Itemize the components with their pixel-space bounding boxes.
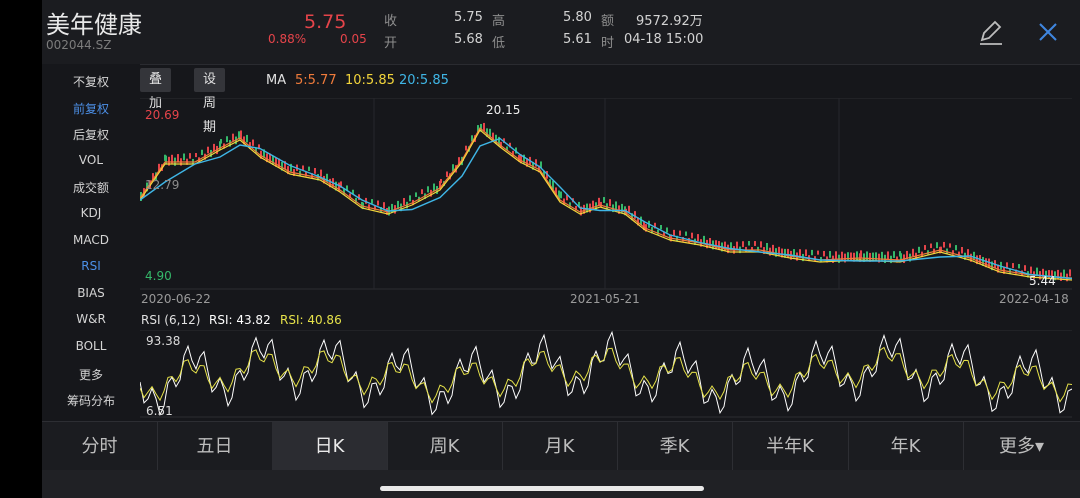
rsi6-value: RSI: 43.82	[209, 313, 271, 327]
close-icon[interactable]	[1034, 18, 1062, 46]
tab-4[interactable]: 月K	[502, 422, 618, 471]
sidebar-item-10[interactable]: BOLL	[42, 339, 140, 353]
open-value: 5.68	[454, 32, 483, 47]
change-percent: 0.88%	[268, 32, 307, 46]
date-start: 2020-06-22	[141, 292, 211, 306]
overlay-button[interactable]: 叠加	[140, 68, 172, 111]
ma-label: MA	[266, 73, 287, 88]
high-value: 5.80	[563, 10, 592, 25]
sidebar-item-8[interactable]: BIAS	[42, 286, 140, 300]
tab-8[interactable]: 更多▾	[963, 422, 1080, 471]
change-amount: 0.05	[340, 32, 367, 46]
tab-3[interactable]: 周K	[387, 422, 503, 471]
left-edge-bar	[0, 0, 42, 498]
close-label: 收	[384, 14, 398, 29]
rsi-title: RSI (6,12)	[141, 313, 201, 327]
high-label: 高	[492, 14, 506, 29]
ma10-value: 10:5.85	[345, 73, 395, 88]
stock-name: 美年健康	[46, 11, 142, 39]
sidebar-item-7[interactable]: RSI	[42, 259, 140, 273]
rsi-max-label: 93.38	[146, 334, 181, 348]
sidebar-item-3[interactable]: VOL	[42, 153, 140, 167]
home-indicator[interactable]	[380, 486, 704, 491]
sidebar-item-11[interactable]: 更多	[42, 366, 140, 383]
kline-chart[interactable]	[140, 98, 1072, 290]
rsi-chart[interactable]	[140, 330, 1072, 418]
date-mid: 2021-05-21	[570, 292, 640, 306]
ma20-value: 20:5.85	[399, 73, 449, 88]
amount-label: 额	[601, 14, 615, 29]
close-value: 5.75	[454, 10, 483, 25]
peak-price-label: 20.15	[486, 103, 521, 117]
stock-code: 002044.SZ	[46, 38, 112, 52]
quote-header: 美年健康 002044.SZ 5.75 0.88% 0.05 收 5.75 高 …	[42, 0, 1080, 65]
price-mid-label: 12.79	[145, 178, 180, 192]
open-label: 开	[384, 36, 398, 51]
sidebar-item-0[interactable]: 不复权	[42, 73, 140, 90]
sidebar-item-1[interactable]: 前复权	[42, 100, 140, 117]
time-label: 时	[601, 36, 615, 51]
last-price-label: 5.44	[1029, 274, 1056, 288]
low-label: 低	[492, 36, 506, 51]
tab-1[interactable]: 五日	[157, 422, 273, 471]
edit-icon[interactable]	[976, 18, 1006, 48]
amount-value: 9572.92万	[636, 14, 703, 29]
low-value: 5.61	[563, 32, 592, 47]
date-end: 2022-04-18	[999, 292, 1069, 306]
indicator-sidebar: 不复权前复权后复权 VOL 成交额 KDJ MACD RSI BIAS W&R BOLL 更多筹码…	[42, 64, 140, 420]
sidebar-item-12[interactable]: 筹码分布	[42, 392, 140, 409]
tab-6[interactable]: 半年K	[732, 422, 849, 471]
last-price: 5.75	[304, 11, 347, 33]
price-high-label: 20.69	[145, 108, 180, 122]
sidebar-item-6[interactable]: MACD	[42, 233, 140, 247]
rsi-min-label: 6.51	[146, 404, 173, 418]
rsi12-value: RSI: 40.86	[280, 313, 342, 327]
sidebar-item-9[interactable]: W&R	[42, 312, 140, 326]
period-tabs: 分时 五日 日K 周K 月K 季K 半年K 年K 更多▾	[42, 421, 1080, 471]
tab-5[interactable]: 季K	[617, 422, 733, 471]
sidebar-item-4[interactable]: 成交额	[42, 179, 140, 196]
ma5-value: 5:5.77	[295, 73, 337, 88]
system-nav-bar	[42, 470, 1080, 498]
sidebar-item-2[interactable]: 后复权	[42, 126, 140, 143]
set-period-button[interactable]: 设周期	[194, 68, 226, 135]
tab-7[interactable]: 年K	[848, 422, 964, 471]
price-low-label: 4.90	[145, 269, 172, 283]
sidebar-item-5[interactable]: KDJ	[42, 206, 140, 220]
tab-2[interactable]: 日K	[272, 422, 388, 471]
time-value: 04-18 15:00	[624, 32, 704, 47]
tab-0[interactable]: 分时	[42, 422, 158, 471]
